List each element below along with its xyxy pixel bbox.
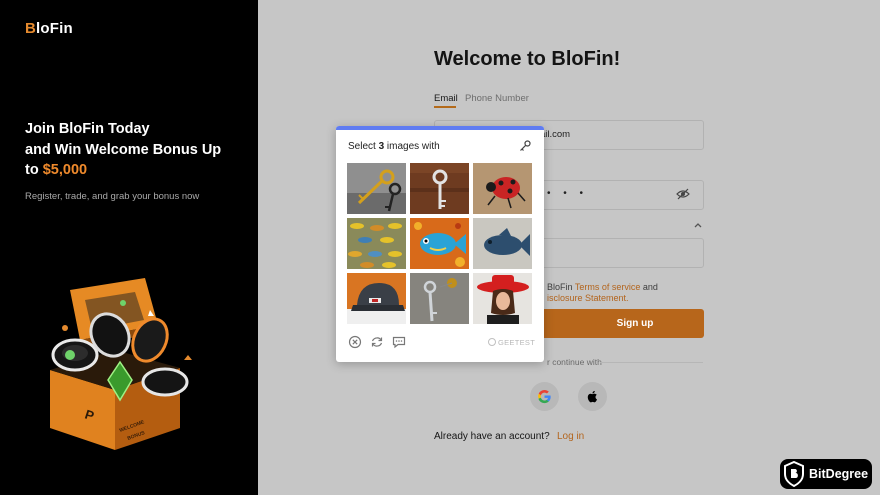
bonus-amount: $5,000: [42, 162, 88, 178]
blofin-logo[interactable]: BloFin: [25, 20, 73, 37]
cap-image: [347, 273, 406, 324]
terms-of-service-link[interactable]: Terms of service: [575, 282, 641, 292]
continue-with-label: r continue with: [547, 357, 602, 367]
fish-image: [410, 218, 469, 269]
geetest-brand[interactable]: GEETEST: [488, 338, 535, 347]
captcha-tile-key2[interactable]: [410, 273, 469, 324]
bitdegree-watermark: BitDegree: [780, 459, 872, 489]
apple-login-button[interactable]: [578, 382, 607, 411]
captcha-tile-red-hat[interactable]: [473, 273, 532, 324]
feedback-icon[interactable]: [392, 335, 406, 349]
page-title: Welcome to BloFin!: [434, 48, 621, 70]
captcha-tile-cap[interactable]: [347, 273, 406, 324]
login-link[interactable]: Log in: [557, 431, 584, 442]
close-circle-icon[interactable]: [348, 335, 362, 349]
google-icon: [538, 389, 551, 404]
key-image: [410, 273, 469, 324]
captcha-tile-fish-school[interactable]: [347, 218, 406, 269]
captcha-tile-fish-blue[interactable]: [473, 218, 532, 269]
chevron-up-icon[interactable]: [693, 221, 703, 229]
have-account-text: Already have an account?: [434, 431, 550, 442]
captcha-tile-keys[interactable]: [347, 163, 406, 214]
promo-title: Join BloFin Today and Win Welcome Bonus …: [25, 121, 222, 178]
treasure-box-illustration: P WELCOME BONUS: [50, 278, 192, 450]
captcha-image-grid: [347, 163, 533, 324]
google-login-button[interactable]: [530, 382, 559, 411]
promo-subtitle: Register, trade, and grab your bonus now: [25, 191, 200, 202]
apple-icon: [587, 390, 597, 403]
ladybug-image: [473, 163, 532, 214]
bitdegree-shield-icon: [784, 461, 804, 487]
red-hat-image: [473, 273, 532, 324]
fish-school-image: [347, 218, 406, 269]
terms-text: BloFin Terms of service and isclosure St…: [547, 282, 658, 303]
captcha-tile-ladybug[interactable]: [473, 163, 532, 214]
tab-phone-number[interactable]: Phone Number: [465, 93, 529, 104]
disclosure-statement-link[interactable]: isclosure Statement.: [547, 293, 629, 303]
captcha-dialog: Select 3 images with GEETEST: [336, 126, 544, 362]
geetest-icon: [488, 338, 496, 346]
key-icon: [520, 140, 531, 151]
captcha-tile-key[interactable]: [410, 163, 469, 214]
fish-image: [473, 218, 532, 269]
eye-off-icon[interactable]: [676, 187, 690, 201]
captcha-instruction: Select 3 images with: [348, 141, 440, 152]
captcha-top-bar: [336, 126, 544, 130]
promo-panel: BloFin Join BloFin Today and Win Welcome…: [0, 0, 258, 495]
password-mask: • • •: [547, 188, 589, 199]
captcha-tile-fish-colorful[interactable]: [410, 218, 469, 269]
keys-image: [347, 163, 406, 214]
tab-email[interactable]: Email: [434, 93, 458, 104]
divider: [600, 362, 703, 363]
refresh-icon[interactable]: [370, 335, 384, 349]
email-value: ail.com: [540, 129, 571, 140]
active-tab-indicator: [434, 106, 456, 108]
key-image: [410, 163, 469, 214]
